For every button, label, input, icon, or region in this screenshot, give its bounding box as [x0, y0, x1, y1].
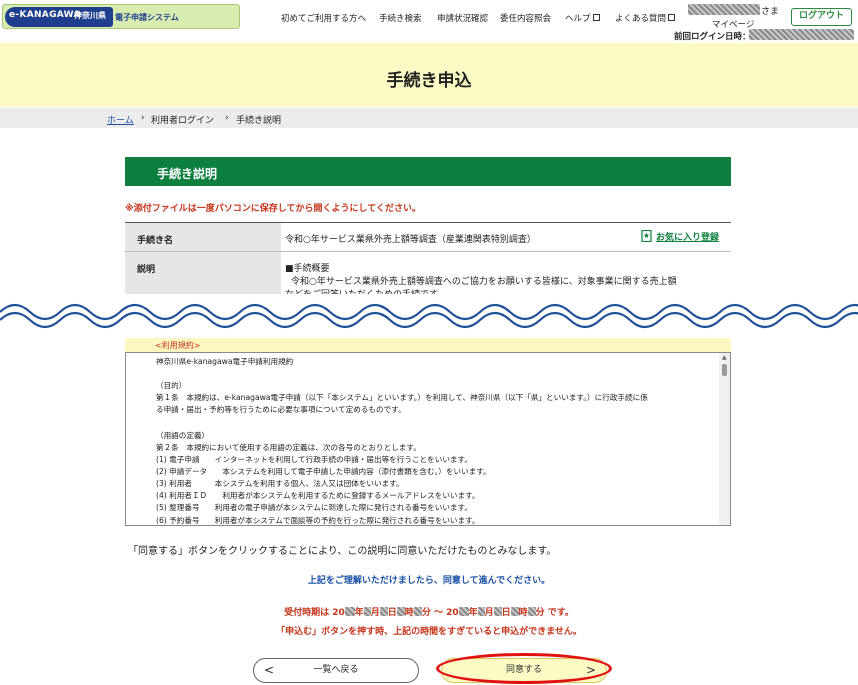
- terms-line: (4) 利用者ＩＤ 利用者が本システムを利用するために登録するメールアドレスをい…: [156, 491, 480, 500]
- redacted-value: [477, 607, 485, 616]
- redacted-value: [379, 607, 388, 616]
- bookmark-star-icon: [641, 229, 652, 243]
- terms-line: (5) 整理番号 利用者の電子申請が本システムに到達した際に発行される番号をいい…: [156, 503, 472, 512]
- reception-text: 時: [404, 608, 414, 618]
- chevron-left-icon: <: [264, 663, 275, 677]
- external-link-icon: [668, 14, 676, 21]
- nav-faq-label: よくある質問: [615, 14, 667, 24]
- nav-faq[interactable]: よくある質問: [615, 12, 676, 24]
- section-title: 手続き説明: [157, 167, 218, 181]
- logo-system: 電子申請システム: [115, 13, 179, 22]
- terms-line: 第２条 本規約において使用する用語の定義は、次の各号のとおりとします。: [156, 443, 421, 452]
- logout-button[interactable]: ログアウト: [791, 8, 852, 26]
- page-title: 手続き申込: [386, 71, 472, 91]
- reception-text: 月: [484, 608, 494, 618]
- nav-status[interactable]: 申請状況確認: [437, 12, 488, 24]
- back-to-list-button[interactable]: < 一覧へ戻る: [253, 658, 419, 683]
- scroll-up-arrow-icon[interactable]: ▲: [722, 354, 727, 361]
- procedure-name-label: 手続き名: [125, 223, 281, 251]
- terms-line: （用語の定義）: [156, 431, 210, 440]
- reception-text: 分 です。: [535, 608, 574, 618]
- redacted-value: [344, 607, 355, 616]
- redacted-value: [493, 607, 502, 616]
- page-banner: 手続き申込: [0, 43, 858, 107]
- breadcrumb-home[interactable]: ホーム: [107, 113, 134, 126]
- reception-text: 日: [387, 608, 397, 618]
- favorite-label: お気に入り登録: [656, 233, 720, 243]
- terms-line: (2) 申請データ 本システムを利用して電子申請した申請内容（添付書類を含む。）…: [156, 467, 491, 476]
- deadline-notice: 「申込む」ボタンを押す時、上記の時間をすぎていると申込ができません。: [276, 627, 582, 637]
- user-suffix: さま: [761, 7, 780, 17]
- scrollbar-thumb[interactable]: [722, 364, 727, 376]
- terms-scrollbar[interactable]: [719, 353, 730, 525]
- redacted-value: [527, 607, 536, 616]
- nav-delegation[interactable]: 委任内容照会: [500, 12, 551, 24]
- site-logo[interactable]: e-KANAGAWA 神奈川県 電子申請システム: [2, 4, 240, 29]
- procedure-name-value: 令和○年サービス業県外売上額等調査（産業連関表特別調査）: [285, 235, 536, 245]
- logo-prefecture: 神奈川県: [74, 11, 106, 20]
- description-line: 令和○年サービス業県外売上額等調査へのご協力をお願いする皆様に、対象事業に関する…: [291, 277, 677, 287]
- terms-line: 神奈川県e-kanagawa電子申請利用規約: [156, 357, 294, 366]
- terms-line: （目的）: [156, 381, 187, 390]
- agreement-statement: 「同意する」ボタンをクリックすることにより、この説明に同意いただけたものとみなし…: [128, 546, 557, 557]
- terms-line: (3) 利用者 本システムを利用する個人、法人又は団体をいいます。: [156, 479, 404, 488]
- reception-text: 分 ～ 20: [421, 608, 459, 618]
- favorite-button[interactable]: お気に入り登録: [641, 229, 720, 243]
- torn-edge-divider: [0, 294, 858, 336]
- terms-line: (1) 電子申請 インターネットを利用して行政手続の申請・届出等を行うことをいい…: [156, 455, 472, 464]
- reception-text: 年: [468, 608, 478, 618]
- redacted-username: [688, 4, 760, 15]
- back-button-label: 一覧へ戻る: [313, 665, 359, 675]
- terms-scroll-area[interactable]: 神奈川県e-kanagawa電子申請利用規約 （目的） 第１条 本規約は、e-k…: [125, 352, 731, 526]
- reception-text: 月: [370, 608, 380, 618]
- breadcrumb-separator: ›: [225, 113, 229, 123]
- nav-help[interactable]: ヘルプ: [565, 12, 600, 24]
- external-link-icon: [592, 14, 600, 21]
- redacted-value: [363, 607, 371, 616]
- breadcrumb-item-current: 手続き説明: [236, 116, 282, 126]
- reception-text: 年: [354, 608, 364, 618]
- reception-text: 時: [518, 608, 528, 618]
- breadcrumb-item-login: 利用者ログイン: [151, 116, 215, 126]
- redacted-value: [396, 607, 405, 616]
- redacted-value: [510, 607, 519, 616]
- attachment-warning: ※添付ファイルは一度パソコンに保存してから開くようにしてください。: [125, 204, 421, 214]
- terms-line: る申請・届出・予約等を行うために必要な事項について定めるものです。: [156, 405, 406, 414]
- terms-header: <利用規約>: [125, 338, 731, 352]
- reception-text: 日: [501, 608, 511, 618]
- nav-first-time[interactable]: 初めてご利用する方へ: [281, 12, 366, 24]
- terms-line: 第１条 本規約は、e-kanagawa電子申請（以下「本システム」といいます。）…: [156, 393, 648, 402]
- breadcrumb-separator: ›: [141, 113, 145, 123]
- redacted-value: [413, 607, 422, 616]
- reception-period: 受付時期は 20 年月日時分 ～ 20 年月日時分 です。: [0, 605, 858, 618]
- redacted-value: [458, 607, 469, 616]
- reception-text: 受付時期は 20: [284, 608, 345, 618]
- logo-brand: e-KANAGAWA: [9, 10, 81, 20]
- mypage-link[interactable]: マイページ: [712, 18, 754, 30]
- nav-search[interactable]: 手続き検索: [379, 12, 422, 24]
- redacted-login-time: [749, 29, 854, 40]
- proceed-notice: 上記をご理解いただけましたら、同意して進んでください。: [307, 576, 551, 586]
- highlight-annotation: [436, 653, 612, 684]
- last-login-label: 前回ログイン日時：: [674, 32, 751, 42]
- nav-help-label: ヘルプ: [565, 14, 591, 24]
- section-header: 手続き説明: [125, 157, 731, 186]
- terms-line: (6) 予約番号 利用者が本システムで面談等の予約を行った際に発行される番号をい…: [156, 516, 480, 525]
- description-line: ■手続概要: [285, 264, 330, 274]
